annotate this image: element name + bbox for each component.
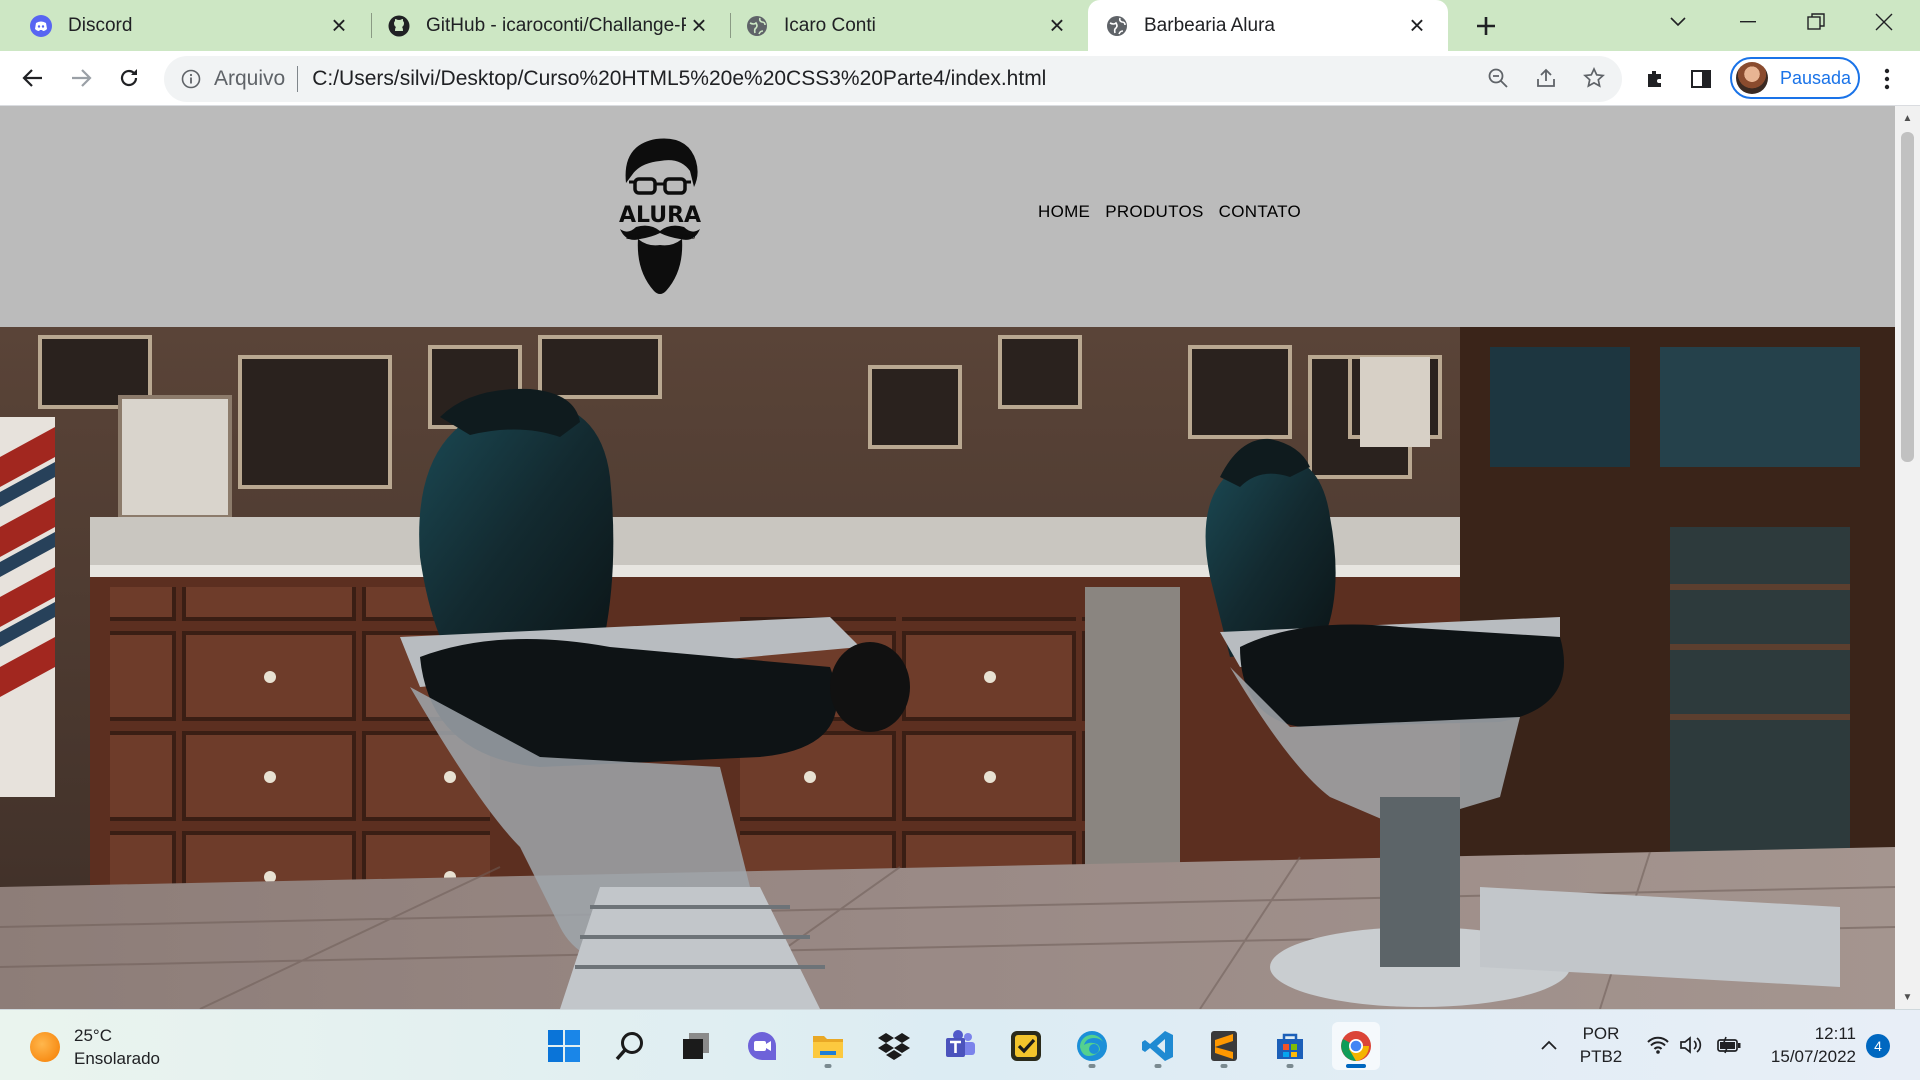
browser-toolbar: Arquivo C:/Users/silvi/Desktop/Curso%20H… bbox=[0, 51, 1920, 106]
scroll-up-arrow-icon[interactable]: ▲ bbox=[1895, 108, 1920, 128]
site-nav: HOME PRODUTOS CONTATO bbox=[1038, 202, 1301, 222]
tab-title: Barbearia Alura bbox=[1144, 14, 1275, 36]
side-panel-icon[interactable] bbox=[1686, 64, 1716, 94]
clock-date: 15/07/2022 bbox=[1770, 1047, 1856, 1066]
close-icon[interactable]: × bbox=[326, 10, 352, 40]
logo-year: 2019 bbox=[680, 234, 695, 241]
language-code: POR bbox=[1582, 1024, 1620, 1043]
alura-logo[interactable]: ALURA ESTD 2019 bbox=[610, 131, 710, 301]
teams-icon[interactable] bbox=[936, 1022, 984, 1070]
todo-icon[interactable] bbox=[1002, 1022, 1050, 1070]
restore-icon bbox=[1807, 13, 1825, 30]
chat-icon[interactable] bbox=[738, 1022, 786, 1070]
clock-time: 12:11 bbox=[1814, 1024, 1856, 1043]
url-text[interactable]: C:/Users/silvi/Desktop/Curso%20HTML5%20e… bbox=[312, 67, 1046, 91]
running-indicator bbox=[1346, 1064, 1366, 1068]
github-icon bbox=[388, 15, 410, 37]
menu-icon[interactable] bbox=[1872, 64, 1902, 94]
arrow-right-icon bbox=[72, 69, 92, 87]
avatar bbox=[1736, 62, 1768, 94]
running-indicator bbox=[1220, 1064, 1228, 1068]
windows-start-icon[interactable] bbox=[540, 1022, 588, 1070]
address-bar[interactable]: Arquivo C:/Users/silvi/Desktop/Curso%20H… bbox=[164, 56, 1622, 102]
tab-search-button[interactable] bbox=[1644, 0, 1712, 44]
minimize-icon bbox=[1740, 21, 1756, 23]
plus-icon bbox=[1477, 17, 1495, 35]
nav-home-link[interactable]: HOME bbox=[1038, 202, 1090, 222]
reload-button[interactable] bbox=[110, 59, 148, 97]
close-icon[interactable]: × bbox=[1044, 10, 1070, 40]
close-window-button[interactable] bbox=[1850, 0, 1918, 44]
nav-produtos-link[interactable]: PRODUTOS bbox=[1105, 202, 1203, 222]
info-icon[interactable] bbox=[180, 68, 202, 90]
reload-icon bbox=[120, 69, 138, 87]
share-icon[interactable] bbox=[1532, 64, 1560, 92]
forward-button[interactable] bbox=[62, 59, 100, 97]
address-divider bbox=[297, 66, 299, 92]
hero-banner-image bbox=[0, 327, 1895, 1009]
running-indicator bbox=[824, 1064, 832, 1068]
dropbox-icon[interactable] bbox=[870, 1022, 918, 1070]
battery-icon[interactable] bbox=[1716, 1032, 1742, 1058]
profile-label: Pausada bbox=[1780, 67, 1852, 88]
search-icon[interactable] bbox=[606, 1022, 654, 1070]
browser-tabstrip: Discord × GitHub - icaroconti/Challange-… bbox=[0, 0, 1920, 51]
chrome-icon[interactable] bbox=[1332, 1022, 1380, 1070]
new-tab-button[interactable] bbox=[1468, 8, 1504, 44]
edge-icon[interactable] bbox=[1068, 1022, 1116, 1070]
chevron-up-icon[interactable] bbox=[1536, 1032, 1562, 1058]
globe-icon bbox=[1106, 15, 1128, 37]
language-indicator[interactable]: POR PTB2 bbox=[1576, 1022, 1626, 1068]
weather-widget[interactable]: 25°C Ensolarado bbox=[30, 1024, 160, 1070]
close-icon[interactable]: × bbox=[686, 10, 712, 40]
profile-button[interactable]: Pausada bbox=[1730, 57, 1860, 99]
zoom-icon[interactable] bbox=[1484, 64, 1512, 92]
chevron-down-icon bbox=[1670, 17, 1686, 27]
page-viewport: ALURA ESTD 2019 HOME PRODUTOS CONTATO bbox=[0, 106, 1895, 1009]
arrow-left-icon bbox=[22, 69, 42, 87]
logo-text: ALURA bbox=[619, 203, 701, 228]
globe-icon bbox=[746, 15, 768, 37]
discord-icon bbox=[30, 14, 52, 37]
tab-title: GitHub - icaroconti/Challange-Po bbox=[426, 14, 686, 36]
minimize-button[interactable] bbox=[1714, 0, 1782, 44]
tab-github[interactable]: GitHub - icaroconti/Challange-Po × bbox=[358, 0, 730, 51]
vscode-icon[interactable] bbox=[1134, 1022, 1182, 1070]
notification-badge[interactable]: 4 bbox=[1866, 1034, 1890, 1058]
clock[interactable]: 12:11 15/07/2022 bbox=[1760, 1022, 1856, 1068]
keyboard-layout: PTB2 bbox=[1579, 1047, 1623, 1066]
wifi-icon[interactable] bbox=[1645, 1032, 1671, 1058]
store-icon[interactable] bbox=[1266, 1022, 1314, 1070]
tab-title: Icaro Conti bbox=[784, 14, 876, 36]
volume-icon[interactable] bbox=[1678, 1032, 1704, 1058]
weather-temp: 25°C bbox=[74, 1026, 112, 1045]
windows-taskbar: 25°C Ensolarado POR PTB2 12:11 15/07/202… bbox=[0, 1009, 1920, 1080]
tab-title: Discord bbox=[68, 14, 133, 36]
scrollbar-thumb[interactable] bbox=[1901, 132, 1914, 462]
running-indicator bbox=[1154, 1064, 1162, 1068]
page-scrollbar[interactable]: ▲ ▼ bbox=[1895, 106, 1920, 1009]
restore-button[interactable] bbox=[1782, 0, 1850, 44]
weather-condition: Ensolarado bbox=[74, 1049, 161, 1068]
sublime-icon[interactable] bbox=[1200, 1022, 1248, 1070]
tab-barbearia-alura[interactable]: Barbearia Alura × bbox=[1088, 0, 1448, 51]
running-indicator bbox=[1286, 1064, 1294, 1068]
back-button[interactable] bbox=[14, 59, 52, 97]
bookmark-star-icon[interactable] bbox=[1580, 64, 1608, 92]
tab-discord[interactable]: Discord × bbox=[0, 0, 370, 51]
scroll-down-arrow-icon[interactable]: ▼ bbox=[1895, 987, 1920, 1007]
file-explorer-icon[interactable] bbox=[804, 1022, 852, 1070]
logo-estd: ESTD bbox=[626, 234, 642, 241]
extensions-icon[interactable] bbox=[1640, 64, 1670, 94]
tab-icaro-conti[interactable]: Icaro Conti × bbox=[716, 0, 1088, 51]
task-view-icon[interactable] bbox=[672, 1022, 720, 1070]
close-icon[interactable]: × bbox=[1404, 10, 1430, 40]
security-chip[interactable]: Arquivo bbox=[214, 67, 285, 91]
site-header: ALURA ESTD 2019 HOME PRODUTOS CONTATO bbox=[0, 106, 1895, 327]
nav-contato-link[interactable]: CONTATO bbox=[1219, 202, 1301, 222]
running-indicator bbox=[1088, 1064, 1096, 1068]
sun-icon bbox=[30, 1032, 60, 1062]
close-icon bbox=[1875, 13, 1893, 31]
